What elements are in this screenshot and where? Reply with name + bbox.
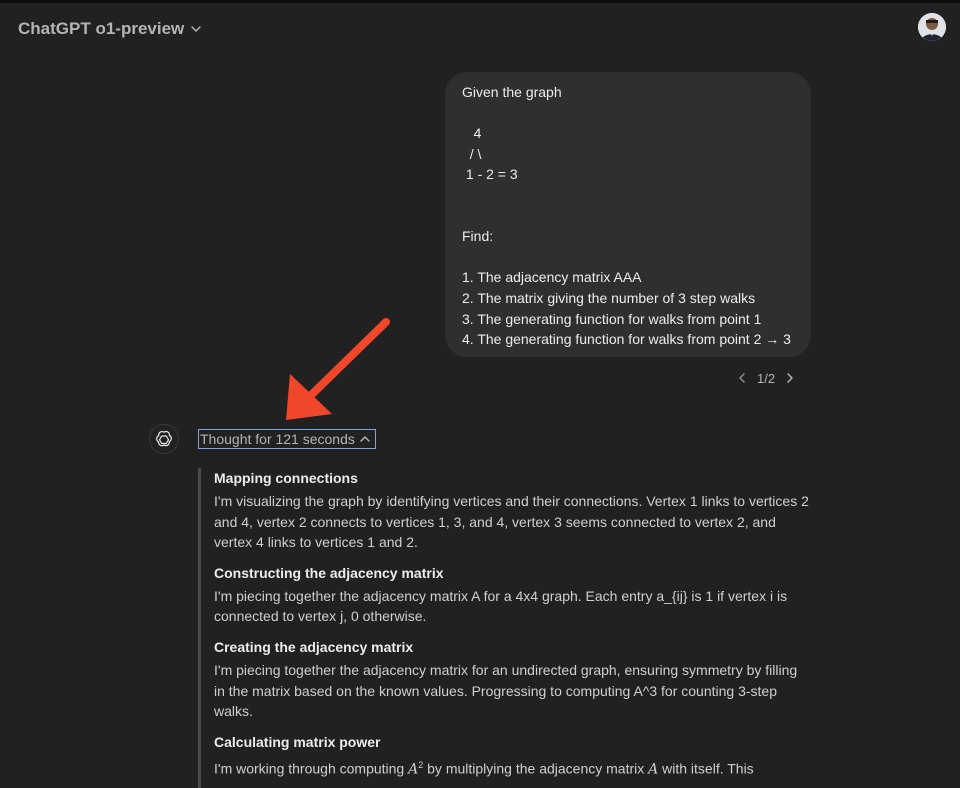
user-avatar-icon xyxy=(918,13,946,41)
step-title: Creating the adjacency matrix xyxy=(214,638,414,655)
thought-panel: Mapping connections I'm visualizing the … xyxy=(198,468,818,788)
step-title: Calculating matrix power xyxy=(214,733,381,750)
chevron-down-icon xyxy=(191,26,202,32)
response-pager: 1/2 xyxy=(735,368,797,388)
step-body: I'm piecing together the adjacency matri… xyxy=(214,661,798,720)
openai-logo-icon xyxy=(156,430,172,447)
step-text: I'm working through computing xyxy=(214,760,409,777)
step-title: Constructing the adjacency matrix xyxy=(214,564,444,581)
assistant-avatar xyxy=(149,424,179,454)
step-title: Mapping connections xyxy=(214,470,358,486)
chevron-left-icon xyxy=(739,373,745,383)
chevron-right-icon xyxy=(787,373,793,383)
math-symbol: A xyxy=(648,761,659,778)
step-text: by multiplying the adjacency matrix xyxy=(423,760,649,777)
model-label: ChatGPT o1-preview xyxy=(18,19,185,38)
user-message-bubble: Given the graph 4 / \ 1 - 2 = 3 Find: 1.… xyxy=(445,72,811,357)
thought-toggle-button[interactable]: Thought for 121 seconds xyxy=(198,429,376,449)
next-response-button[interactable] xyxy=(783,368,797,388)
math-symbol: A xyxy=(408,761,419,778)
step-body: I'm piecing together the adjacency matri… xyxy=(214,587,788,625)
step-body: I'm visualizing the graph by identifying… xyxy=(214,493,809,551)
previous-response-button[interactable] xyxy=(735,368,749,388)
model-selector[interactable]: ChatGPT o1-preview xyxy=(18,17,202,41)
thought-label: Thought for 121 seconds xyxy=(200,431,355,447)
step-body: I'm working through computing A2 by mult… xyxy=(214,755,809,780)
annotation-arrow-icon xyxy=(286,318,390,420)
step-text: with itself. This xyxy=(658,760,754,777)
chevron-up-icon xyxy=(360,436,370,442)
top-border xyxy=(0,0,960,3)
pager-count: 1/2 xyxy=(757,370,776,386)
avatar[interactable] xyxy=(918,13,946,41)
